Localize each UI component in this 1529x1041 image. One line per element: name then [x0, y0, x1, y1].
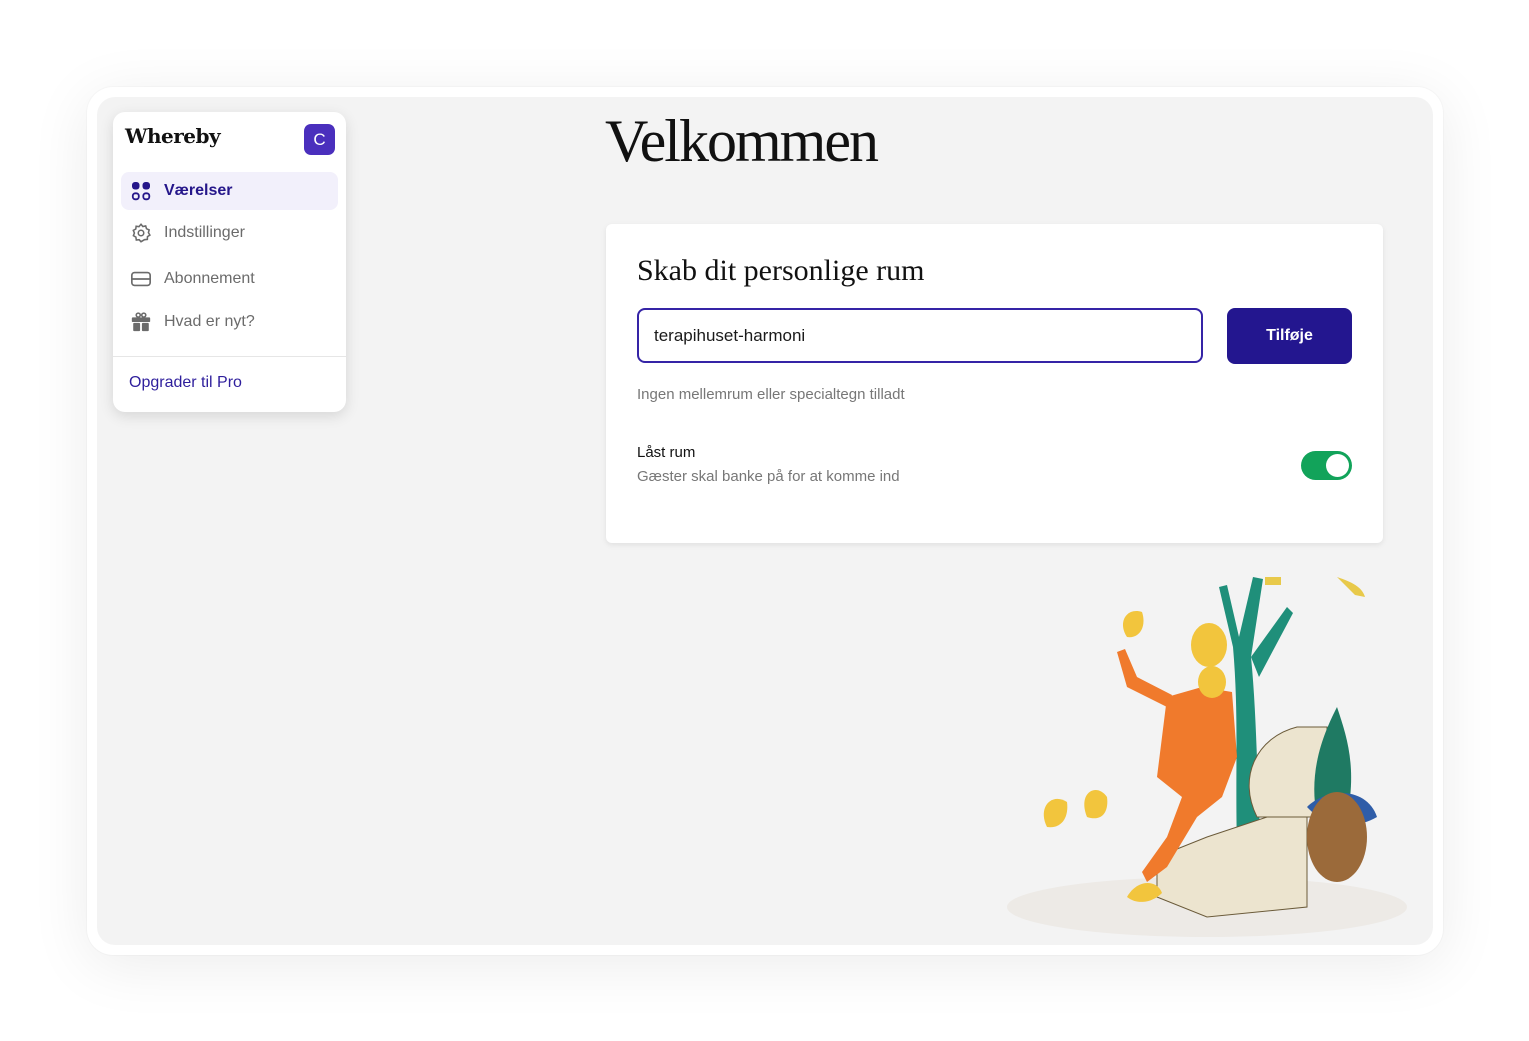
card-title: Skab dit personlige rum	[637, 254, 925, 287]
app-window: Whereby C Værelser Indstillinger Abonnem…	[97, 97, 1433, 945]
locked-room-toggle[interactable]	[1301, 451, 1352, 480]
upgrade-link[interactable]: Opgrader til Pro	[129, 374, 242, 392]
sidebar-item-settings[interactable]: Indstillinger	[121, 214, 338, 252]
person-sitting-illustration	[1007, 577, 1407, 937]
locked-room-title: Låst rum	[637, 444, 696, 461]
page-title: Velkommen	[605, 108, 879, 174]
sidebar-item-subscription[interactable]: Abonnement	[121, 260, 338, 298]
input-hint: Ingen mellemrum eller specialtegn tillad…	[637, 386, 905, 403]
gift-icon	[129, 310, 153, 334]
grid-icon	[129, 179, 153, 203]
credit-card-icon	[129, 267, 153, 291]
add-room-button[interactable]: Tilføje	[1227, 308, 1352, 364]
sidebar-item-whats-new[interactable]: Hvad er nyt?	[121, 303, 338, 341]
toggle-knob	[1326, 454, 1349, 477]
locked-room-description: Gæster skal banke på for at komme ind	[637, 468, 900, 485]
avatar[interactable]: C	[304, 124, 335, 155]
sidebar-item-rooms[interactable]: Værelser	[121, 172, 338, 210]
sidebar-item-label: Hvad er nyt?	[164, 313, 255, 330]
create-room-card: Skab dit personlige rum Tilføje Ingen me…	[606, 224, 1383, 543]
sidebar-divider	[113, 356, 346, 357]
brand-logo[interactable]: Whereby	[125, 124, 221, 148]
gear-icon	[129, 221, 153, 245]
sidebar-item-label: Abonnement	[164, 270, 255, 287]
sidebar-item-label: Indstillinger	[164, 224, 245, 241]
room-name-input[interactable]	[637, 308, 1203, 363]
sidebar-item-label: Værelser	[164, 182, 233, 199]
sidebar: Whereby C Værelser Indstillinger Abonnem…	[113, 112, 346, 412]
